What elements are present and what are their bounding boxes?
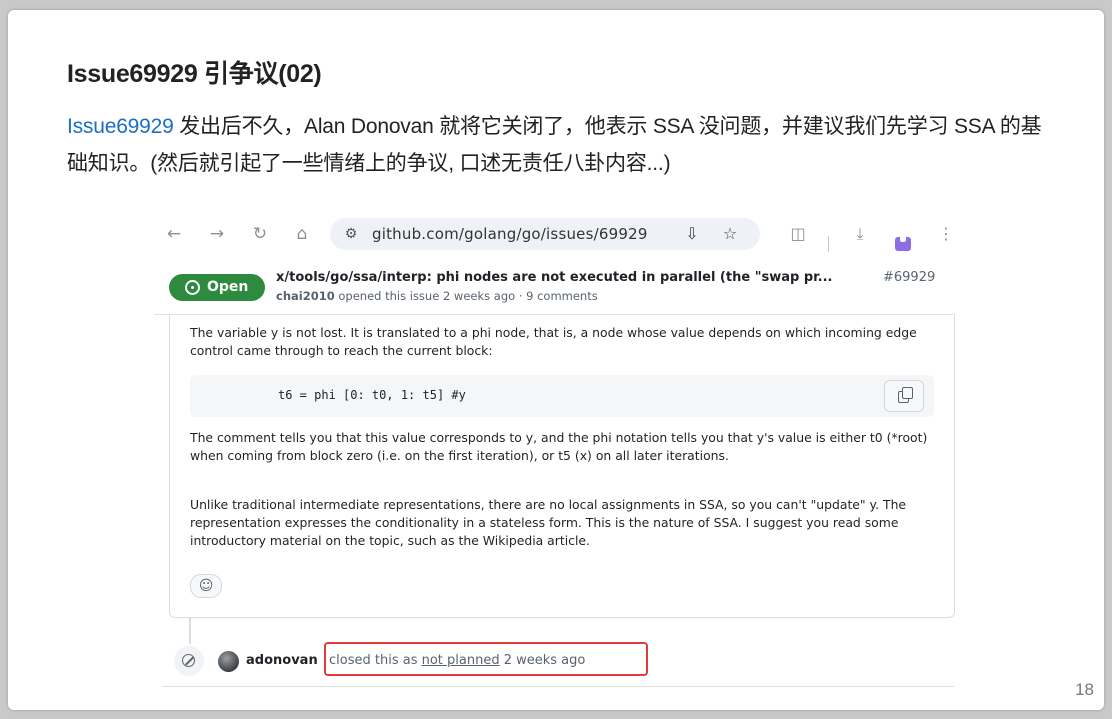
event-text-before: closed this as — [329, 653, 422, 668]
issue-number: #69929 — [883, 270, 936, 285]
browser-toolbar: ← → ↻ ⌂ ⚙ github.com/golang/go/issues/69… — [154, 214, 954, 254]
bookmark-extension-icon[interactable] — [895, 237, 911, 251]
avatar[interactable] — [218, 651, 239, 672]
event-text: closed this as not planned 2 weeks ago — [329, 653, 585, 668]
issue-author[interactable]: chai2010 — [276, 289, 335, 303]
comment-body: The variable y is not lost. It is transl… — [169, 314, 955, 618]
timeline-event: adonovan closed this as not planned 2 we… — [154, 642, 954, 682]
smiley-icon[interactable]: ☺ — [190, 574, 222, 598]
code-text: t6 = phi [0: t0, 1: t5] #y — [278, 388, 466, 402]
browser-screenshot: ← → ↻ ⌂ ⚙ github.com/golang/go/issues/69… — [154, 214, 955, 690]
slide-title: Issue69929 引争议(02) — [67, 60, 322, 88]
copy-icon-back — [902, 387, 913, 399]
home-icon[interactable]: ⌂ — [292, 224, 312, 244]
closed-not-planned-icon — [174, 646, 204, 676]
issue-link[interactable]: Issue69929 — [67, 115, 174, 138]
code-block: t6 = phi [0: t0, 1: t5] #y — [190, 375, 934, 417]
star-icon[interactable]: ☆ — [720, 224, 740, 244]
slide-body: Issue69929 发出后不久，Alan Donovan 就将它关闭了，他表示… — [67, 108, 1057, 182]
install-app-icon[interactable]: ⇩ — [682, 224, 702, 244]
issue-title: x/tools/go/ssa/interp: phi nodes are not… — [276, 270, 833, 285]
tune-icon[interactable]: ⚙ — [342, 225, 360, 243]
event-text-after: 2 weeks ago — [499, 653, 586, 668]
address-bar[interactable]: ⚙ github.com/golang/go/issues/69929 ⇩ ☆ — [330, 218, 760, 250]
arrow-left-icon[interactable]: ← — [164, 224, 184, 244]
issue-open-icon — [185, 280, 200, 295]
toolbar-separator — [828, 236, 829, 252]
not-planned-link[interactable]: not planned — [422, 653, 500, 668]
comment-paragraph-2: The comment tells you that this value co… — [190, 430, 928, 463]
download-icon[interactable]: ⤓ — [850, 224, 870, 244]
address-url[interactable]: github.com/golang/go/issues/69929 — [372, 225, 648, 243]
timeline-line — [189, 618, 191, 644]
puzzle-icon[interactable]: ◫ — [788, 224, 808, 244]
reload-icon[interactable]: ↻ — [250, 224, 270, 244]
slide-body-text: 发出后不久，Alan Donovan 就将它关闭了，他表示 SSA 没问题，并建… — [67, 115, 1042, 175]
more-vert-icon[interactable]: ⋮ — [936, 224, 956, 244]
copy-button[interactable] — [884, 380, 924, 412]
status-label: Open — [207, 279, 249, 295]
arrow-right-icon[interactable]: → — [207, 224, 227, 244]
comment-paragraph-1: The variable y is not lost. It is transl… — [190, 325, 917, 358]
issue-meta: chai2010 opened this issue 2 weeks ago ·… — [276, 289, 598, 303]
event-user[interactable]: adonovan — [246, 653, 318, 668]
issue-header: Open x/tools/go/ssa/interp: phi nodes ar… — [154, 262, 954, 315]
divider — [162, 686, 954, 687]
slide: Issue69929 引争议(02) Issue69929 发出后不久，Alan… — [8, 10, 1104, 710]
comment-paragraph-3: Unlike traditional intermediate represen… — [190, 497, 907, 548]
issue-meta-text: opened this issue 2 weeks ago · 9 commen… — [334, 289, 598, 303]
status-badge: Open — [169, 274, 265, 301]
page-number: 18 — [1075, 680, 1094, 699]
